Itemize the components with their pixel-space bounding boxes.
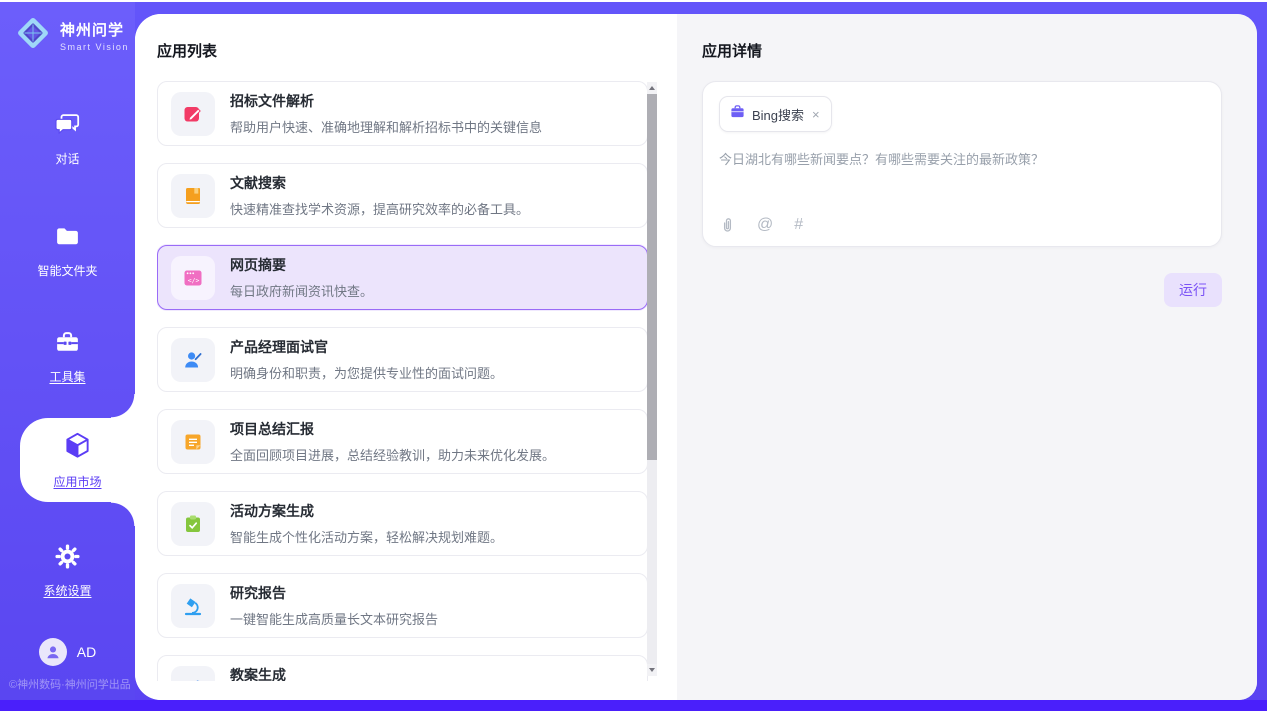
app-list: 招标文件解析 帮助用户快速、准确地理解和解析招标书中的关键信息 文献搜索 快速精… — [157, 81, 648, 681]
app-card-desc: 快速精准查找学术资源，提高研究效率的必备工具。 — [230, 199, 529, 218]
app-card-title: 研究报告 — [230, 583, 438, 603]
hash-icon[interactable]: # — [794, 217, 803, 233]
app-card-desc: 每日政府新闻资讯快查。 — [230, 281, 373, 300]
brand-logo: 神州问学 Smart Vision — [14, 14, 129, 57]
app-card-title: 招标文件解析 — [230, 91, 542, 111]
app-window: 神州问学 Smart Vision 对话 智能文件夹 工具集 应用市场 系统设置 — [0, 0, 1270, 714]
paperclip-icon[interactable] — [719, 216, 736, 233]
webpage-icon: </> — [171, 256, 215, 300]
notch-top — [111, 394, 135, 418]
copyright-footer: ©神州数码·神州问学出品 — [9, 676, 131, 692]
report-note-icon — [171, 420, 215, 464]
cube-icon — [62, 430, 93, 466]
app-list-pane: 应用列表 招标文件解析 帮助用户快速、准确地理解和解析招标书中的关键信息 文献搜… — [135, 14, 677, 700]
triangle-down-icon — [649, 668, 655, 672]
user-name: AD — [77, 644, 96, 660]
app-card[interactable]: 活动方案生成 智能生成个性化活动方案，轻松解决规划难题。 — [157, 491, 648, 556]
app-card-title: 项目总结汇报 — [230, 419, 555, 439]
sidebar: 神州问学 Smart Vision 对话 智能文件夹 工具集 应用市场 系统设置 — [0, 2, 135, 700]
microscope-icon — [171, 584, 215, 628]
toolbox-icon — [54, 329, 81, 361]
query-text[interactable]: 今日湖北有哪些新闻要点？有哪些需要关注的最新政策？ — [719, 150, 1205, 170]
app-card-title: 文献搜索 — [230, 173, 529, 193]
diamond-logo-icon — [14, 14, 52, 57]
app-card[interactable]: 研究报告 一键智能生成高质量长文本研究报告 — [157, 573, 648, 638]
close-icon[interactable]: × — [811, 107, 821, 122]
app-card-desc: 帮助用户快速、准确地理解和解析招标书中的关键信息 — [230, 117, 542, 136]
tool-tag-bing[interactable]: Bing搜索 × — [719, 96, 832, 132]
sidebar-item-system-settings[interactable]: 系统设置 — [0, 540, 135, 602]
app-card[interactable]: 招标文件解析 帮助用户快速、准确地理解和解析招标书中的关键信息 — [157, 81, 648, 146]
app-card-desc: 明确身份和职责，为您提供专业性的面试问题。 — [230, 363, 503, 382]
sidebar-item-toolset[interactable]: 工具集 — [0, 326, 135, 388]
gear-icon — [54, 543, 81, 575]
app-card-desc: 全面回顾项目进展，总结经验教训，助力未来优化发展。 — [230, 445, 555, 464]
briefcase-icon — [730, 104, 745, 124]
chat-icon — [54, 111, 81, 143]
scroll-up-button[interactable] — [647, 82, 657, 94]
prompt-editor[interactable]: Bing搜索 × 今日湖北有哪些新闻要点？有哪些需要关注的最新政策？ @# — [702, 81, 1222, 247]
scroll-down-button[interactable] — [647, 664, 657, 676]
person-icon — [44, 643, 62, 661]
sidebar-item-chat[interactable]: 对话 — [0, 108, 135, 170]
app-card-desc: 一键智能生成高质量长文本研究报告 — [230, 609, 438, 628]
main-content: 应用列表 招标文件解析 帮助用户快速、准确地理解和解析招标书中的关键信息 文献搜… — [135, 14, 1257, 700]
at-icon[interactable]: @ — [757, 217, 773, 233]
notch-bottom — [111, 502, 135, 526]
interviewer-icon — [171, 338, 215, 382]
app-card-title: 产品经理面试官 — [230, 337, 503, 357]
brand-name: 神州问学 — [60, 19, 129, 40]
user-row[interactable]: AD — [0, 638, 135, 666]
app-card[interactable]: 项目总结汇报 全面回顾项目进展，总结经验教训，助力未来优化发展。 — [157, 409, 648, 474]
clipboard-check-icon — [171, 502, 215, 546]
book-icon — [171, 174, 215, 218]
app-detail-pane: 应用详情 Bing搜索 × 今日湖北有哪些新闻要点？有哪些需要关注的最新政策？ … — [677, 14, 1257, 700]
scrollbar[interactable] — [647, 82, 657, 676]
svg-text:</>: </> — [188, 276, 200, 284]
tool-tag-label: Bing搜索 — [752, 105, 804, 124]
sidebar-item-smart-folder[interactable]: 智能文件夹 — [0, 220, 135, 282]
app-card-desc: 智能生成个性化活动方案，轻松解决规划难题。 — [230, 527, 503, 546]
scrollbar-thumb[interactable] — [647, 94, 657, 460]
app-card-title: 教案生成 — [230, 665, 490, 681]
folder-icon — [54, 223, 81, 255]
app-card[interactable]: </> 网页摘要 每日政府新闻资讯快查。 — [157, 245, 648, 310]
sidebar-item-app-market[interactable]: 应用市场 — [20, 418, 135, 502]
app-card-title: 网页摘要 — [230, 255, 373, 275]
avatar[interactable] — [39, 638, 67, 666]
app-card[interactable]: 产品经理面试官 明确身份和职责，为您提供专业性的面试问题。 — [157, 327, 648, 392]
composer-toolbar: @# — [719, 216, 803, 233]
app-card[interactable]: 教案生成 模板驱动，教案秒成，教学准备从此轻松快捷 — [157, 655, 648, 681]
run-button[interactable]: 运行 — [1164, 273, 1222, 307]
app-card[interactable]: 文献搜索 快速精准查找学术资源，提高研究效率的必备工具。 — [157, 163, 648, 228]
books-icon — [171, 666, 215, 682]
app-detail-title: 应用详情 — [702, 40, 1222, 61]
brand-tagline: Smart Vision — [60, 42, 129, 52]
window-frame-bottom — [0, 700, 1267, 711]
edit-doc-icon — [171, 92, 215, 136]
triangle-up-icon — [649, 86, 655, 90]
app-card-title: 活动方案生成 — [230, 501, 503, 521]
app-list-title: 应用列表 — [157, 40, 677, 61]
